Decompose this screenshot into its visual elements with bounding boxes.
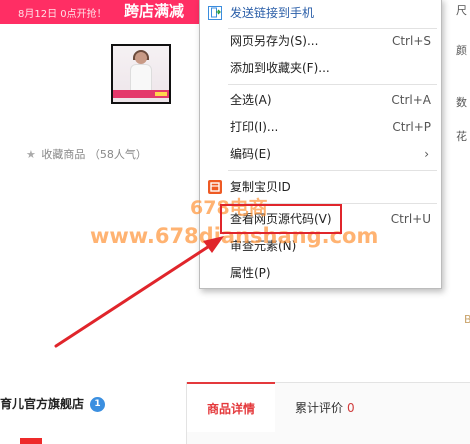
menu-item-label: 全选(A) <box>230 93 272 107</box>
menu-item-add-favorite[interactable]: 添加到收藏夹(F)... <box>200 56 441 80</box>
menu-item-shortcut: Ctrl+P <box>392 120 431 134</box>
star-icon: ★ <box>26 148 36 161</box>
menu-item-label: 添加到收藏夹(F)... <box>230 61 330 75</box>
menu-item-label: 打印(I)... <box>230 120 279 134</box>
phone-send-icon <box>208 6 222 20</box>
tab-product-detail[interactable]: 商品详情 <box>187 382 275 432</box>
menu-separator <box>228 170 437 171</box>
peek-text-huabei: 花 <box>456 130 467 143</box>
popularity-count: （58人气） <box>88 148 147 161</box>
banner-date: 8月12日 0点开抢！ <box>18 9 107 20</box>
menu-item-shortcut: Ctrl+A <box>391 93 431 107</box>
banner-headline: 跨店满减 <box>124 2 185 20</box>
menu-item-print[interactable]: 打印(I)... Ctrl+P <box>200 115 441 139</box>
store-icon <box>208 180 222 194</box>
menu-item-shortcut: Ctrl+U <box>390 212 431 226</box>
review-label: 累计评价 <box>295 401 344 415</box>
chevron-right-icon: › <box>424 147 429 161</box>
menu-item-select-all[interactable]: 全选(A) Ctrl+A <box>200 88 441 112</box>
product-thumbnail[interactable] <box>111 44 171 104</box>
favorite-label: 收藏商品 <box>41 148 86 161</box>
menu-item-label: 发送链接到手机 <box>230 6 315 20</box>
favorite-product[interactable]: ★ 收藏商品 （58人气） <box>26 146 147 162</box>
menu-item-label: 网页另存为(S)... <box>230 34 319 48</box>
menu-item-send-to-phone[interactable]: 发送链接到手机 <box>200 1 441 25</box>
shop-name: 育儿官方旗舰店 <box>0 397 85 411</box>
red-marker <box>20 438 42 444</box>
peek-text-color: 颜 <box>456 44 467 57</box>
shop-name-row[interactable]: 育儿官方旗舰店 1 <box>0 395 106 412</box>
model-head <box>135 52 147 64</box>
highlight-box <box>220 204 342 234</box>
menu-item-properties[interactable]: 属性(P) <box>200 261 441 285</box>
menu-item-label: 属性(P) <box>230 266 271 280</box>
menu-item-save-as[interactable]: 网页另存为(S)... Ctrl+S <box>200 29 441 53</box>
menu-item-encoding[interactable]: 编码(E) › <box>200 142 441 166</box>
promo-banner[interactable]: 8月12日 0点开抢！ 跨店满减 <box>0 0 200 24</box>
review-count: 0 <box>347 401 355 415</box>
menu-item-label: 编码(E) <box>230 147 271 161</box>
shop-badge-icon: 1 <box>90 397 106 412</box>
peek-text-size: 尺 <box>456 4 467 17</box>
peek-side-letter: B <box>464 313 470 326</box>
thumbnail-promo-tag <box>155 92 167 96</box>
tab-reviews[interactable]: 累计评价 0 <box>295 383 355 433</box>
peek-text-quantity: 数 <box>456 96 467 109</box>
menu-separator <box>228 84 437 85</box>
product-tabs: 商品详情 累计评价 0 <box>186 382 470 444</box>
menu-item-shortcut: Ctrl+S <box>391 34 431 48</box>
